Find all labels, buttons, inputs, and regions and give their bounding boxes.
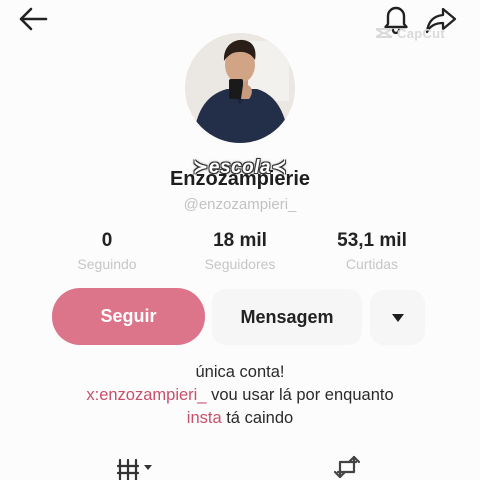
display-name: Enzozampierie: [169, 168, 311, 190]
profile-bio: única conta! x:enzozampieri_ vou usar lá…: [0, 361, 480, 430]
bio-hashtag-link[interactable]: insta: [187, 409, 222, 427]
profile-avatar[interactable]: [185, 33, 295, 143]
arrow-left-icon: [19, 7, 48, 31]
bio-line-2: x:enzozampieri_ vou usar lá por enquanto: [0, 384, 480, 407]
stat-following-value: 0: [101, 230, 113, 251]
stat-followers-value: 18 mil: [213, 230, 267, 251]
stat-likes[interactable]: 53,1 mil Curtidas: [312, 229, 432, 275]
username: @enzozampieri_: [183, 196, 297, 213]
caret-down-icon: [391, 313, 404, 322]
stat-followers-label: Seguidores: [204, 256, 276, 272]
bio-line-2-text: vou usar lá por enquanto: [206, 386, 394, 404]
tab-videos[interactable]: [116, 454, 157, 480]
bio-line-3: insta tá caindo: [0, 407, 480, 430]
bio-mention-link[interactable]: x:enzozampieri_: [86, 386, 206, 404]
follow-button[interactable]: Seguir: [52, 288, 205, 345]
repost-icon: [333, 455, 361, 479]
message-button[interactable]: Mensagem: [212, 289, 362, 345]
stat-likes-value: 53,1 mil: [337, 230, 407, 251]
stat-following-label: Seguindo: [77, 256, 137, 272]
watermark-text: CapCut: [397, 25, 446, 41]
capcut-watermark: CapCut: [374, 24, 445, 42]
stat-likes-label: Curtidas: [345, 256, 399, 272]
avatar-photo: [185, 33, 295, 143]
more-options-button[interactable]: [370, 290, 425, 345]
bio-line-1: única conta!: [195, 363, 285, 381]
video-grid-icon: [116, 458, 152, 480]
bio-line-3-text: tá caindo: [221, 409, 294, 427]
stat-followers[interactable]: 18 mil Seguidores: [180, 229, 300, 275]
tab-reposts[interactable]: [332, 453, 362, 480]
capcut-logo-icon: [375, 28, 393, 38]
stat-following[interactable]: 0 Seguindo: [47, 229, 167, 275]
back-button[interactable]: [17, 6, 49, 32]
